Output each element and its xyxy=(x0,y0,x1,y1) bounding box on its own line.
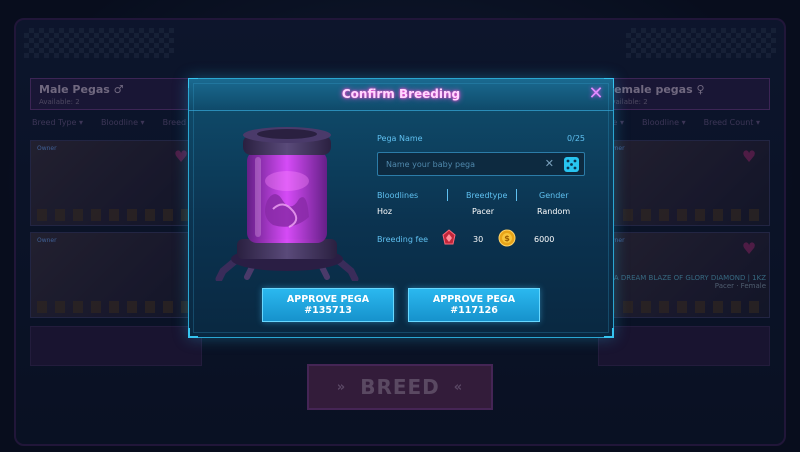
pega-name-char-count: 0/25 xyxy=(567,134,585,143)
breedtype-value: Pacer xyxy=(472,207,494,216)
breeding-capsule-svg xyxy=(215,127,359,283)
breedtype-header: Breedtype xyxy=(466,191,508,200)
coin-fee-amount: 6000 xyxy=(534,235,555,244)
clear-icon[interactable]: ✕ xyxy=(545,157,554,170)
svg-text:$: $ xyxy=(504,234,510,243)
token-icon xyxy=(440,229,458,247)
close-icon[interactable]: ✕ xyxy=(587,85,605,103)
corner-decoration xyxy=(604,328,614,338)
random-name-dice-icon[interactable] xyxy=(563,156,580,173)
gender-value: Random xyxy=(537,207,571,216)
column-divider xyxy=(447,189,448,201)
modal-header: Confirm Breeding ✕ xyxy=(189,79,613,111)
gold-coin-icon: $ xyxy=(498,229,516,247)
modal-title: Confirm Breeding xyxy=(341,87,461,101)
column-divider xyxy=(516,189,517,201)
bloodlines-header: Bloodlines xyxy=(377,191,419,200)
breeding-fee-label: Breeding fee xyxy=(377,235,429,244)
bloodline-value: Hoz xyxy=(377,207,393,216)
approve-pega-1-button[interactable]: APPROVE PEGA #135713 xyxy=(262,288,394,322)
pega-name-field[interactable]: ✕ xyxy=(377,152,585,176)
gender-header: Gender xyxy=(539,191,569,200)
token-fee-amount: 30 xyxy=(473,235,484,244)
breeding-capsule-image xyxy=(213,121,361,283)
pega-name-label: Pega Name xyxy=(377,134,423,143)
corner-decoration xyxy=(188,328,198,338)
confirm-breeding-modal: Confirm Breeding ✕ Pega Name 0/25 Name y… xyxy=(188,78,614,338)
approve-pega-2-button[interactable]: APPROVE PEGA #117126 xyxy=(408,288,540,322)
pega-name-input[interactable] xyxy=(386,153,546,175)
